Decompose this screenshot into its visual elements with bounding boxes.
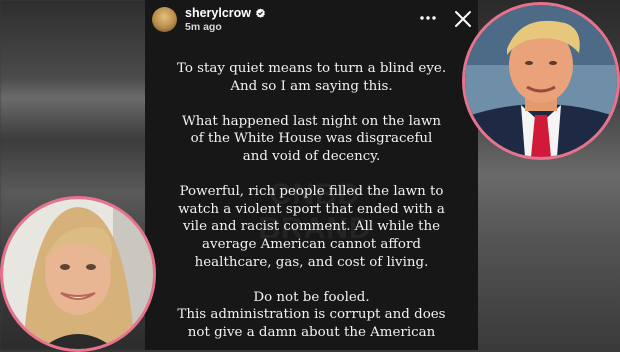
- woman-portrait-illustration: [3, 199, 153, 349]
- story-paragraph: Powerful, rich people filled the lawn to…: [145, 183, 478, 271]
- story-paragraph: To stay quiet means to turn a blind eye.…: [145, 60, 478, 95]
- verified-badge-icon: [256, 7, 265, 18]
- close-button[interactable]: [452, 8, 474, 30]
- story-line: What happened last night on the lawn: [181, 113, 442, 129]
- story-line: To stay quiet means to turn a blind eye.: [176, 61, 447, 76]
- story-line: Powerful, rich people filled the lawn to: [179, 184, 444, 200]
- story-line: Do not be fooled.: [253, 289, 370, 305]
- story-line: vile and racist comment. All while the: [182, 219, 441, 235]
- instagram-story: sherylcrow 5m ago CNBD BRAND To stay qui…: [145, 0, 478, 350]
- story-line: And so I am saying this.: [230, 78, 393, 94]
- story-line: not give a damn about the American: [187, 324, 436, 340]
- man-portrait-photo: [462, 2, 620, 160]
- story-line: healthcare, gas, and cost of living.: [194, 254, 429, 270]
- more-options-button[interactable]: [416, 8, 440, 28]
- story-line: average American cannot afford: [202, 236, 421, 252]
- story-line: of the White House was disgraceful: [190, 131, 433, 147]
- story-line: watch a violent sport that ended with a: [178, 201, 445, 217]
- story-text: To stay quiet means to turn a blind eye.…: [145, 60, 478, 350]
- story-header: sherylcrow 5m ago: [145, 0, 478, 40]
- woman-portrait-photo: [0, 196, 156, 352]
- avatar[interactable]: [152, 7, 177, 32]
- username[interactable]: sherylcrow: [185, 6, 251, 20]
- man-portrait-illustration: [465, 5, 617, 157]
- story-line: and void of decency.: [242, 148, 381, 164]
- post-time: 5m ago: [185, 21, 222, 33]
- username-row[interactable]: sherylcrow: [185, 6, 266, 20]
- story-paragraph: Do not be fooled. This administration is…: [145, 289, 478, 342]
- story-line: This administration is corrupt and does: [177, 307, 446, 323]
- story-paragraph: What happened last night on the lawn of …: [145, 113, 478, 166]
- close-icon: [455, 11, 471, 27]
- more-options-icon: [420, 16, 436, 20]
